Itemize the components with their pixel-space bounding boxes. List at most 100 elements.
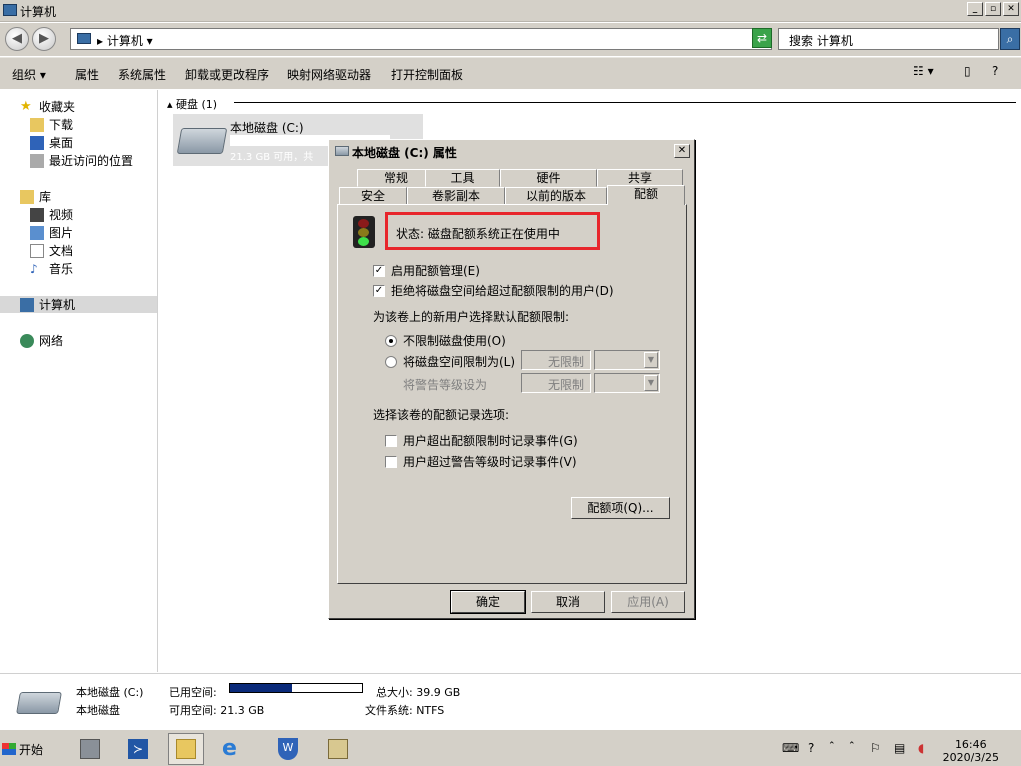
nav-recent[interactable]: 最近访问的位置	[30, 152, 133, 169]
start-button[interactable]: 开始	[2, 736, 52, 762]
tab-security[interactable]: 安全	[339, 187, 407, 205]
system-properties-button[interactable]: 系统属性	[118, 66, 166, 83]
nav-pictures[interactable]: 图片	[30, 224, 73, 241]
deny-space-checkbox[interactable]: ✓ 拒绝将磁盘空间给超过配额限制的用户(D)	[373, 282, 614, 299]
ok-button[interactable]: 确定	[450, 590, 526, 614]
minimize-button[interactable]: _	[967, 2, 983, 16]
tab-general[interactable]: 常规	[357, 169, 435, 187]
group-divider	[234, 102, 1016, 103]
group-header-hard-disks[interactable]: ▴ 硬盘 (1)	[167, 96, 217, 112]
breadcrumb[interactable]: ▸ 计算机 ▾	[97, 32, 153, 49]
no-limit-radio[interactable]: 不限制磁盘使用(O)	[385, 332, 506, 349]
checkbox[interactable]: ✓	[373, 284, 385, 297]
volume-icon[interactable]: ◖	[918, 741, 924, 755]
back-button[interactable]: ◀	[5, 27, 29, 51]
log-exceed-limit-checkbox[interactable]: 用户超出配额限制时记录事件(G)	[385, 432, 578, 449]
limit-value-field[interactable]: 无限制	[521, 350, 591, 370]
navigation-pane: ★ 收藏夹 下载 桌面 最近访问的位置 库 视频 图片 文档 ♪ 音乐 计算机 网络	[0, 90, 158, 672]
warn-value-field[interactable]: 无限制	[521, 373, 591, 393]
document-icon	[30, 243, 44, 258]
maximize-button[interactable]: ▫	[985, 2, 1001, 16]
folder-icon	[30, 117, 44, 132]
tab-previous-versions[interactable]: 以前的版本	[505, 187, 607, 205]
tab-shadow-copies[interactable]: 卷影副本	[407, 187, 505, 205]
used-space-fill	[230, 684, 293, 692]
security-shield-icon[interactable]: W	[270, 733, 306, 765]
chevron-down-icon[interactable]: ▼	[644, 375, 658, 391]
recent-places-icon	[30, 153, 44, 168]
close-window-button[interactable]: ✕	[1003, 2, 1019, 16]
nav-videos[interactable]: 视频	[30, 206, 73, 223]
hard-drive-icon	[335, 146, 349, 156]
preview-pane-icon[interactable]: ▯	[964, 64, 971, 82]
quota-entries-button[interactable]: 配额项(Q)...	[571, 497, 670, 519]
windows-logo-icon	[2, 743, 16, 755]
server-manager-icon[interactable]	[72, 733, 108, 765]
uninstall-program-button[interactable]: 卸载或更改程序	[185, 66, 269, 83]
chevron-down-icon[interactable]: ▼	[644, 352, 658, 368]
enable-quota-checkbox[interactable]: ✓ 启用配额管理(E)	[373, 262, 480, 279]
computer-icon	[3, 4, 17, 16]
address-bar[interactable]: ▸ 计算机 ▾ ▼	[70, 28, 772, 50]
open-control-panel-button[interactable]: 打开控制面板	[391, 66, 463, 83]
video-icon	[30, 207, 44, 222]
network-setup-icon[interactable]	[320, 733, 356, 765]
details-drive-type: 本地磁盘	[76, 704, 120, 717]
limit-to-radio[interactable]: 将磁盘空间限制为(L)	[385, 353, 515, 370]
checkbox[interactable]	[385, 455, 397, 468]
clock[interactable]: 16:46 2020/3/25	[943, 738, 999, 764]
flag-icon[interactable]: ⚐	[870, 741, 881, 755]
nav-libraries[interactable]: 库	[20, 188, 51, 205]
used-space-bar	[229, 683, 363, 693]
radio[interactable]	[385, 334, 397, 347]
search-input[interactable]: 搜索 计算机	[778, 28, 999, 50]
tab-quota[interactable]: 配额	[607, 185, 685, 205]
checkbox[interactable]: ✓	[373, 264, 385, 277]
details-file-system: 文件系统: NTFS	[365, 704, 445, 717]
properties-button[interactable]: 属性	[75, 66, 99, 83]
nav-favorites[interactable]: ★ 收藏夹	[20, 98, 75, 115]
nav-network[interactable]: 网络	[20, 332, 63, 349]
apply-button[interactable]: 应用(A)	[611, 591, 685, 613]
explorer-icon[interactable]	[168, 733, 204, 765]
drive-name: 本地磁盘 (C:)	[230, 121, 304, 135]
desktop-icon	[30, 135, 44, 150]
limit-unit-select[interactable]: ▼	[594, 350, 660, 370]
status-highlight: 状态: 磁盘配额系统正在使用中	[385, 212, 600, 250]
view-options-icon[interactable]: ☷ ▾	[913, 64, 934, 82]
nav-computer[interactable]: 计算机	[0, 296, 157, 313]
nav-desktop[interactable]: 桌面	[30, 134, 73, 151]
organize-button[interactable]: 组织 ▾	[12, 66, 46, 83]
map-network-drive-button[interactable]: 映射网络驱动器	[287, 66, 371, 83]
cancel-button[interactable]: 取消	[531, 591, 605, 613]
search-icon[interactable]: ⌕	[1000, 28, 1020, 50]
tab-hardware[interactable]: 硬件	[500, 169, 597, 187]
details-used-label: 已用空间:	[169, 686, 217, 699]
nav-documents[interactable]: 文档	[30, 242, 73, 259]
chevron-up-icon[interactable]: ⌃	[828, 741, 836, 751]
details-pane: 本地磁盘 (C:) 已用空间: 总大小: 39.9 GB 本地磁盘 可用空间: …	[0, 673, 1021, 729]
log-exceed-warn-checkbox[interactable]: 用户超过警告等级时记录事件(V)	[385, 453, 577, 470]
refresh-button[interactable]: ⇄	[752, 28, 772, 48]
music-icon: ♪	[30, 261, 38, 276]
help-icon[interactable]: ?	[992, 64, 998, 82]
tab-tools[interactable]: 工具	[425, 169, 500, 187]
details-free-space: 可用空间: 21.3 GB	[169, 704, 265, 717]
warn-unit-select[interactable]: ▼	[594, 373, 660, 393]
forward-button[interactable]: ▶	[32, 27, 56, 51]
keyboard-icon[interactable]: ⌨	[782, 741, 799, 755]
command-bar: 组织 ▾ 属性 系统属性 卸载或更改程序 映射网络驱动器 打开控制面板 ☷ ▾ …	[0, 57, 1021, 89]
radio[interactable]	[385, 355, 397, 368]
window-title: 计算机	[20, 5, 57, 19]
dialog-close-button[interactable]: ✕	[674, 144, 690, 158]
network-tray-icon[interactable]: ▤	[894, 741, 905, 755]
traffic-light-icon	[353, 216, 375, 248]
nav-downloads[interactable]: 下载	[30, 116, 73, 133]
checkbox[interactable]	[385, 434, 397, 447]
internet-explorer-icon[interactable]: e	[216, 733, 252, 765]
tray-expand-icon[interactable]: ⌃	[848, 741, 856, 751]
powershell-icon[interactable]: ≻	[120, 733, 156, 765]
computer-icon	[77, 33, 91, 44]
nav-music[interactable]: ♪ 音乐	[30, 260, 73, 277]
help-icon[interactable]: ?	[808, 741, 814, 755]
